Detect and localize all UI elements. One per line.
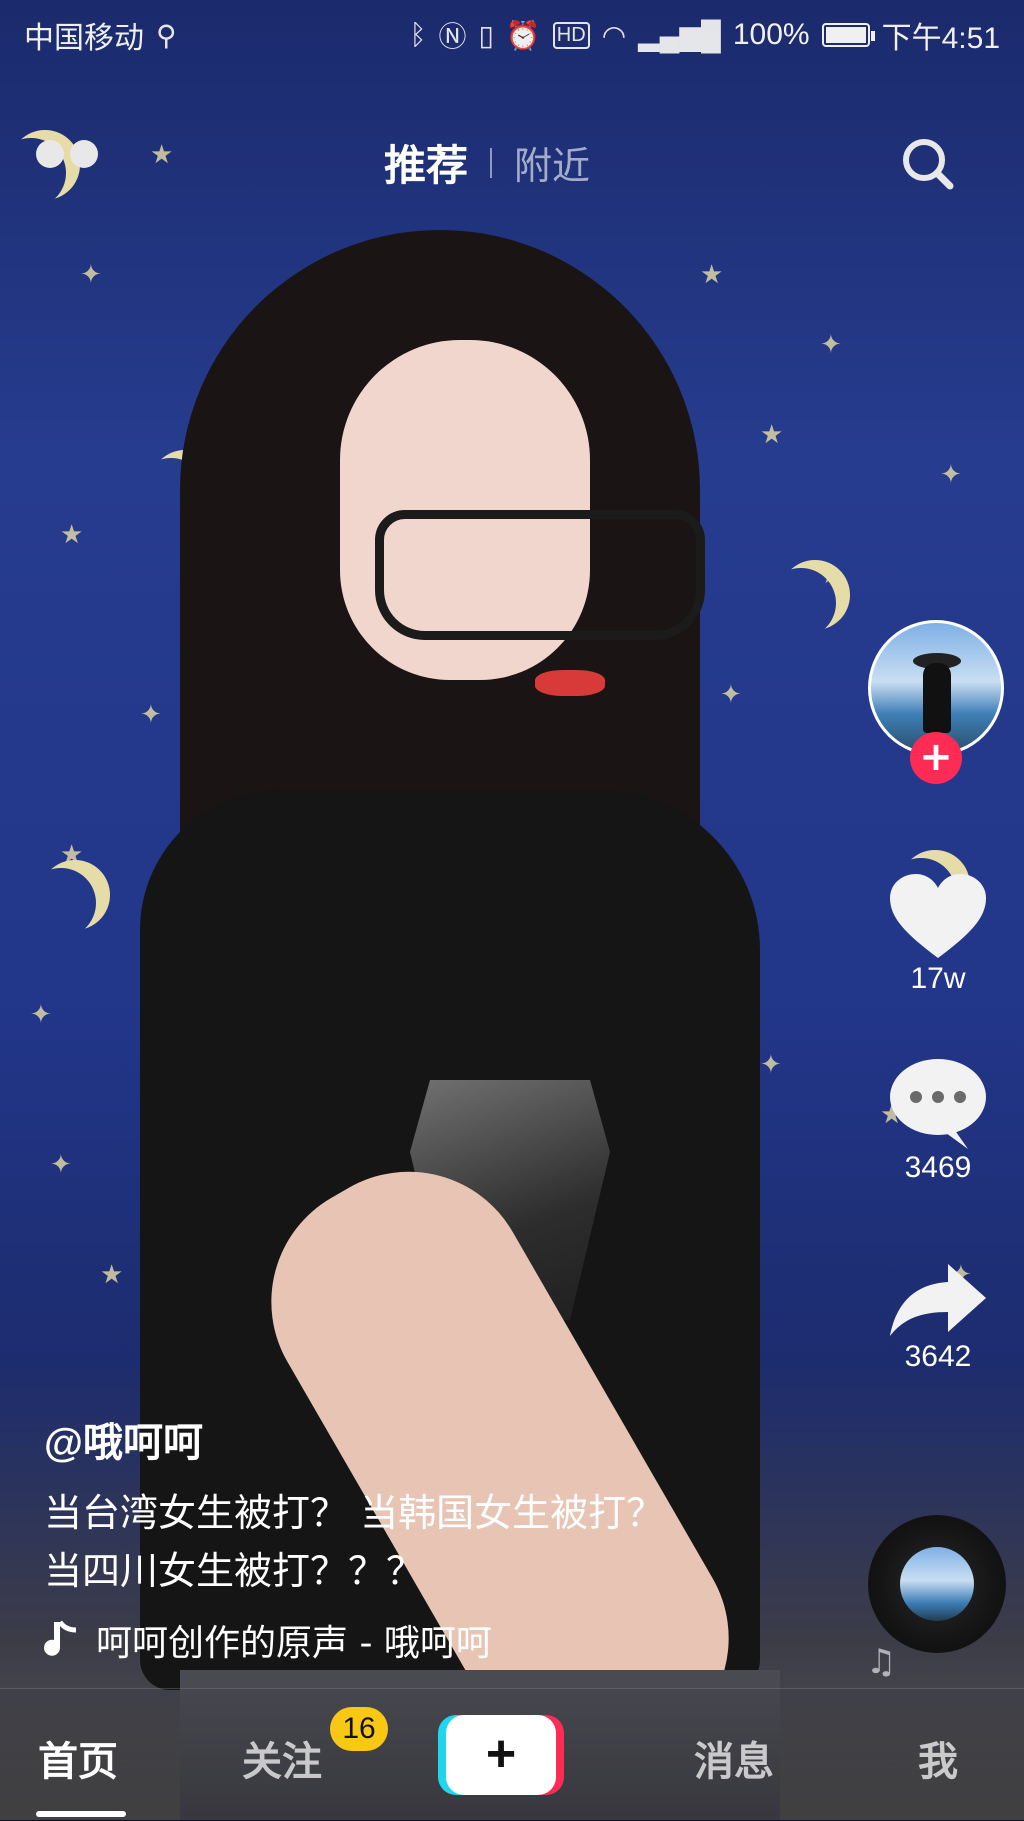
music-note-icon [44, 1620, 78, 1660]
carrier-label: 中国移动 [24, 22, 144, 55]
plus-icon: + [446, 1715, 556, 1795]
hd-icon: HD [552, 21, 590, 49]
comment-icon[interactable] [868, 1055, 1008, 1151]
video-caption: @哦呵呵 当台湾女生被打？ 当韩国女生被打？ 当四川女生被打？？？ 呵呵创作的原… [44, 1410, 804, 1666]
bottom-nav: 首页 关注 16 + 消息 我 [0, 1688, 1024, 1821]
like-action[interactable]: 17w [868, 870, 1008, 996]
floating-note-icon: ♫ [866, 1642, 897, 1682]
battery-percent: 100% [732, 18, 810, 51]
share-count: 3642 [904, 1340, 972, 1373]
nav-messages[interactable]: 消息 [694, 1729, 774, 1787]
moon-decoration [40, 860, 110, 930]
battery-icon [821, 23, 875, 47]
share-action[interactable]: 3642 [868, 1260, 1008, 1374]
clock: 下午4:51 [881, 22, 1000, 55]
nav-follow[interactable]: 关注 [242, 1729, 322, 1787]
signal-4g-icon: ▂▄▆█ [638, 19, 721, 51]
comment-count: 3469 [904, 1151, 972, 1184]
wifi-icon: ◠ [601, 19, 627, 51]
video-description-line-1: 当台湾女生被打？ 当韩国女生被打？ [44, 1491, 665, 1535]
music-info[interactable]: 呵呵创作的原声 - 哦呵呵 [44, 1614, 804, 1666]
moon-decoration [780, 560, 850, 630]
nfc-icon: Ⓝ [438, 21, 467, 52]
tab-recommended[interactable]: 推荐 [384, 132, 468, 193]
comment-action[interactable]: 3469 [868, 1055, 1008, 1185]
follow-badge: 16 [330, 1707, 388, 1751]
vibrate-icon: ▯ [478, 19, 494, 51]
follow-button[interactable]: + [910, 732, 962, 784]
search-icon[interactable] [900, 136, 956, 192]
create-button[interactable]: + [438, 1715, 564, 1795]
alarm-icon: ⏰ [505, 19, 541, 51]
music-disc[interactable] [868, 1515, 1006, 1653]
video-description-line-2: 当四川女生被打？？？ [44, 1549, 425, 1593]
tab-divider [490, 147, 493, 178]
disc-cover [900, 1547, 974, 1621]
live-icon[interactable] [36, 140, 98, 168]
nav-home[interactable]: 首页 [38, 1729, 118, 1787]
heart-icon[interactable] [868, 870, 1008, 962]
share-icon[interactable] [868, 1260, 1008, 1340]
status-bar: 中国移动 ⚲ ᛒ Ⓝ ▯ ⏰ HD ◠ ▂▄▆█ 100% 下午4:51 [0, 0, 1024, 70]
usb-icon: ⚲ [156, 19, 177, 51]
tab-nearby[interactable]: 附近 [514, 135, 590, 190]
like-count: 17w [910, 962, 966, 995]
music-title: 呵呵创作的原声 - 哦呵呵 [96, 1623, 492, 1664]
feed-tabs: 推荐 附近 [384, 132, 590, 193]
active-tab-indicator [36, 1811, 126, 1817]
bluetooth-icon: ᛒ [409, 19, 427, 50]
author-username[interactable]: @哦呵呵 [44, 1410, 804, 1468]
nav-me[interactable]: 我 [918, 1729, 958, 1787]
